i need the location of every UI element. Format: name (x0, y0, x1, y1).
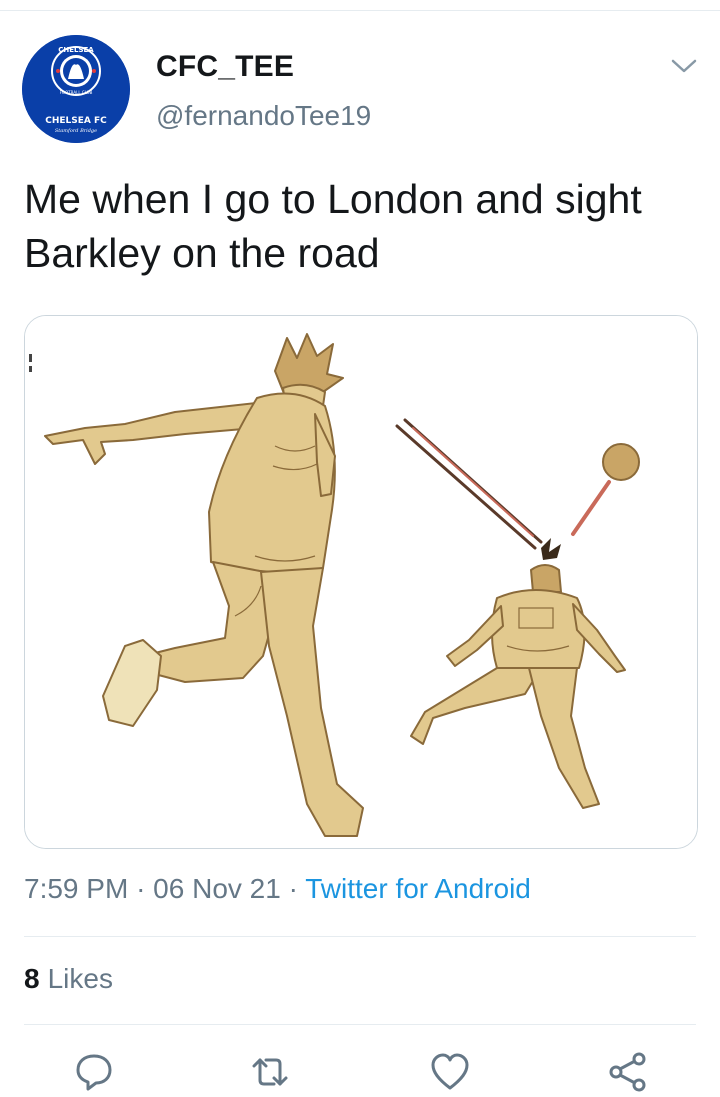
likes-label: Likes (47, 963, 113, 994)
reply-icon[interactable] (72, 1050, 116, 1094)
tweet-text: Me when I go to London and sight Barkley… (24, 176, 642, 276)
meta-separator: · (288, 873, 298, 904)
display-name[interactable]: CFC_TEE (156, 50, 294, 84)
tweet-time: 7:59 PM (24, 873, 129, 904)
tweet-source-link[interactable]: Twitter for Android (305, 873, 531, 904)
avatar[interactable]: CHELSEA FOOTBALL CLUB CHELSEA FC Stamfor… (22, 35, 130, 143)
chevron-down-icon[interactable] (670, 56, 698, 76)
likes-count: 8 (24, 963, 40, 994)
meme-image-icon (25, 316, 697, 848)
heart-icon[interactable] (428, 1050, 472, 1094)
avatar-subtitle: Stamford Bridge (55, 128, 97, 134)
retweet-icon[interactable] (248, 1050, 292, 1094)
chelsea-crest-icon: CHELSEA FOOTBALL CLUB CHELSEA FC Stamfor… (22, 35, 130, 143)
tweet-meta: 7:59 PM · 06 Nov 21 · Twitter for Androi… (24, 873, 531, 905)
avatar-badge-bottom: FOOTBALL CLUB (60, 90, 93, 95)
tweet-detail-page: CHELSEA FOOTBALL CLUB CHELSEA FC Stamfor… (0, 0, 720, 1097)
meta-separator: · (136, 873, 146, 904)
likes-stat[interactable]: 8 Likes (24, 963, 113, 995)
divider (24, 1024, 696, 1025)
avatar-badge-top: CHELSEA (58, 46, 94, 54)
tweet-media[interactable] (24, 315, 698, 849)
share-icon[interactable] (606, 1050, 650, 1094)
divider (24, 936, 696, 937)
user-handle[interactable]: @fernandoTee19 (156, 100, 371, 132)
avatar-title: CHELSEA FC (45, 116, 107, 126)
top-divider (0, 10, 720, 11)
tweet-date: 06 Nov 21 (153, 873, 281, 904)
action-bar (0, 1050, 720, 1097)
